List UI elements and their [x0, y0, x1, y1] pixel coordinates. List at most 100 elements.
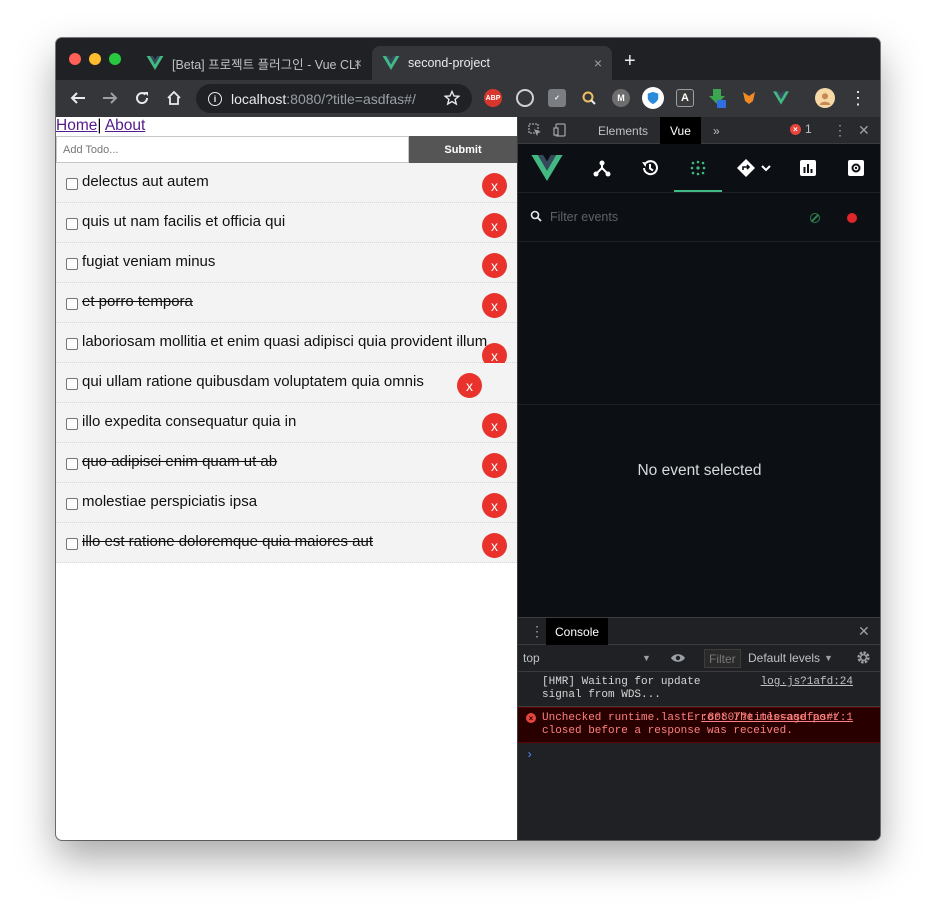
delete-todo-button[interactable]: x — [482, 533, 507, 558]
delete-todo-button[interactable]: x — [482, 493, 507, 518]
add-todo-form: Submit — [56, 136, 517, 163]
new-tab-button[interactable]: + — [624, 50, 636, 73]
tab-second-project[interactable]: second-project × — [372, 46, 612, 80]
close-window-button[interactable] — [69, 53, 81, 65]
clear-events-icon[interactable] — [810, 213, 820, 223]
log-levels-select[interactable]: Default levels — [748, 651, 820, 665]
shield-extension-icon[interactable] — [642, 87, 664, 109]
todo-checkbox[interactable] — [66, 338, 78, 350]
console-prompt[interactable]: › — [526, 748, 533, 762]
inspect-element-icon[interactable] — [528, 123, 542, 140]
more-tabs-button[interactable]: » — [703, 117, 730, 144]
profile-avatar[interactable] — [815, 88, 835, 108]
vuex-history-icon[interactable] — [638, 156, 662, 180]
menu-kebab-icon[interactable]: ⋮ — [848, 88, 868, 108]
delete-todo-button[interactable]: x — [482, 293, 507, 318]
device-toolbar-icon[interactable] — [553, 123, 567, 140]
tab-vue[interactable]: Vue — [660, 117, 701, 144]
checkmark-extension-icon[interactable]: ✓ — [548, 89, 566, 107]
settings-icon[interactable] — [844, 156, 868, 180]
eye-icon[interactable] — [670, 652, 686, 667]
delete-todo-button[interactable]: x — [482, 413, 507, 438]
home-icon[interactable] — [164, 88, 184, 108]
todo-list: delectus aut autem x quis ut nam facilis… — [56, 163, 517, 563]
todo-checkbox[interactable] — [66, 378, 78, 390]
console-log-message: [HMR] Waiting for update signal from WDS… — [518, 672, 880, 707]
nav-about-link[interactable]: About — [105, 117, 146, 134]
error-source-link[interactable]: :8080/?title=asdfas#/:1 — [701, 712, 853, 725]
tab-elements[interactable]: Elements — [588, 117, 658, 144]
todo-checkbox[interactable] — [66, 178, 78, 190]
todo-checkbox[interactable] — [66, 418, 78, 430]
maximize-window-button[interactable] — [109, 53, 121, 65]
context-dropdown-icon[interactable]: ▼ — [642, 653, 651, 663]
search-icon — [530, 210, 542, 222]
tab-close-icon[interactable]: × — [594, 55, 602, 71]
filter-events-input[interactable]: Filter events — [550, 210, 618, 224]
vue-logo-icon — [146, 56, 164, 70]
nav-separator: | — [97, 117, 102, 134]
reload-icon[interactable] — [132, 88, 152, 108]
console-settings-icon[interactable] — [856, 650, 871, 668]
tab-close-icon[interactable]: × — [354, 55, 362, 71]
todo-checkbox[interactable] — [66, 498, 78, 510]
page-viewport: Home| About Submit delectus aut autem x … — [56, 117, 517, 840]
events-list — [518, 242, 880, 405]
error-count[interactable]: 1 — [805, 122, 812, 136]
delete-todo-button[interactable]: x — [482, 173, 507, 198]
console-drawer: ⋮ Console ✕ top ▼ Filter Default levels … — [518, 617, 880, 840]
delete-todo-button[interactable]: x — [482, 253, 507, 278]
todo-checkbox[interactable] — [66, 298, 78, 310]
devtools-close-icon[interactable]: ✕ — [858, 122, 870, 139]
components-icon[interactable] — [590, 156, 614, 180]
bookmark-star-icon[interactable] — [442, 88, 462, 108]
drawer-menu-icon[interactable]: ⋮ — [530, 623, 544, 640]
log-text: [HMR] Waiting for update signal from WDS… — [542, 676, 701, 701]
delete-todo-button[interactable]: x — [457, 373, 482, 398]
context-select[interactable]: top — [523, 651, 540, 665]
todo-checkbox[interactable] — [66, 458, 78, 470]
download-extension-icon[interactable] — [708, 89, 726, 108]
m-extension-icon[interactable]: M — [612, 89, 630, 107]
error-badge-icon[interactable]: × — [790, 124, 801, 135]
todo-item: molestiae perspiciatis ipsa x — [56, 483, 517, 523]
search-extension-icon[interactable] — [580, 89, 598, 107]
drawer-close-icon[interactable]: ✕ — [858, 623, 870, 640]
site-info-icon[interactable]: i — [208, 91, 222, 106]
events-icon[interactable] — [686, 156, 710, 180]
active-tab-indicator — [674, 190, 722, 192]
vue-devtools-extension-icon[interactable] — [772, 89, 790, 107]
devtools-menu-icon[interactable]: ⋮ — [833, 122, 847, 139]
tab-console[interactable]: Console — [546, 618, 609, 645]
todo-text: qui ullam ratione quibusdam voluptatem q… — [82, 373, 424, 390]
todo-item-completed: quo adipisci enim quam ut ab x — [56, 443, 517, 483]
todo-item: illo expedita consequatur quia in x — [56, 403, 517, 443]
minimize-window-button[interactable] — [89, 53, 101, 65]
adblock-icon[interactable]: ABP — [484, 89, 502, 107]
error-icon: × — [526, 713, 536, 723]
log-source-link[interactable]: log.js?1afd:24 — [761, 676, 853, 689]
todo-text: laboriosam mollitia et enim quasi adipis… — [82, 333, 488, 350]
lastpass-icon[interactable] — [516, 89, 534, 107]
console-filter-input[interactable]: Filter — [704, 649, 741, 668]
back-icon[interactable] — [68, 88, 88, 108]
forward-icon[interactable] — [100, 88, 120, 108]
tab-vue-cli[interactable]: [Beta] 프로젝트 플러그인 - Vue CLI × — [136, 46, 372, 80]
tab-strip: [Beta] 프로젝트 플러그인 - Vue CLI × second-proj… — [56, 38, 880, 80]
levels-dropdown-icon[interactable]: ▼ — [824, 653, 833, 663]
todo-item: fugiat veniam minus x — [56, 243, 517, 283]
metamask-icon[interactable] — [740, 89, 758, 107]
performance-icon[interactable] — [796, 156, 820, 180]
submit-button[interactable]: Submit — [409, 136, 517, 163]
todo-checkbox[interactable] — [66, 258, 78, 270]
todo-checkbox[interactable] — [66, 538, 78, 550]
font-extension-icon[interactable]: A — [676, 89, 694, 107]
add-todo-input[interactable] — [56, 136, 409, 163]
delete-todo-button[interactable]: x — [482, 453, 507, 478]
address-bar[interactable]: i localhost :8080/?title=asdfas#/ — [196, 84, 472, 113]
nav-home-link[interactable]: Home — [56, 117, 97, 134]
delete-todo-button[interactable]: x — [482, 213, 507, 238]
record-events-icon[interactable] — [847, 213, 857, 223]
routing-icon[interactable] — [734, 156, 774, 180]
todo-checkbox[interactable] — [66, 218, 78, 230]
